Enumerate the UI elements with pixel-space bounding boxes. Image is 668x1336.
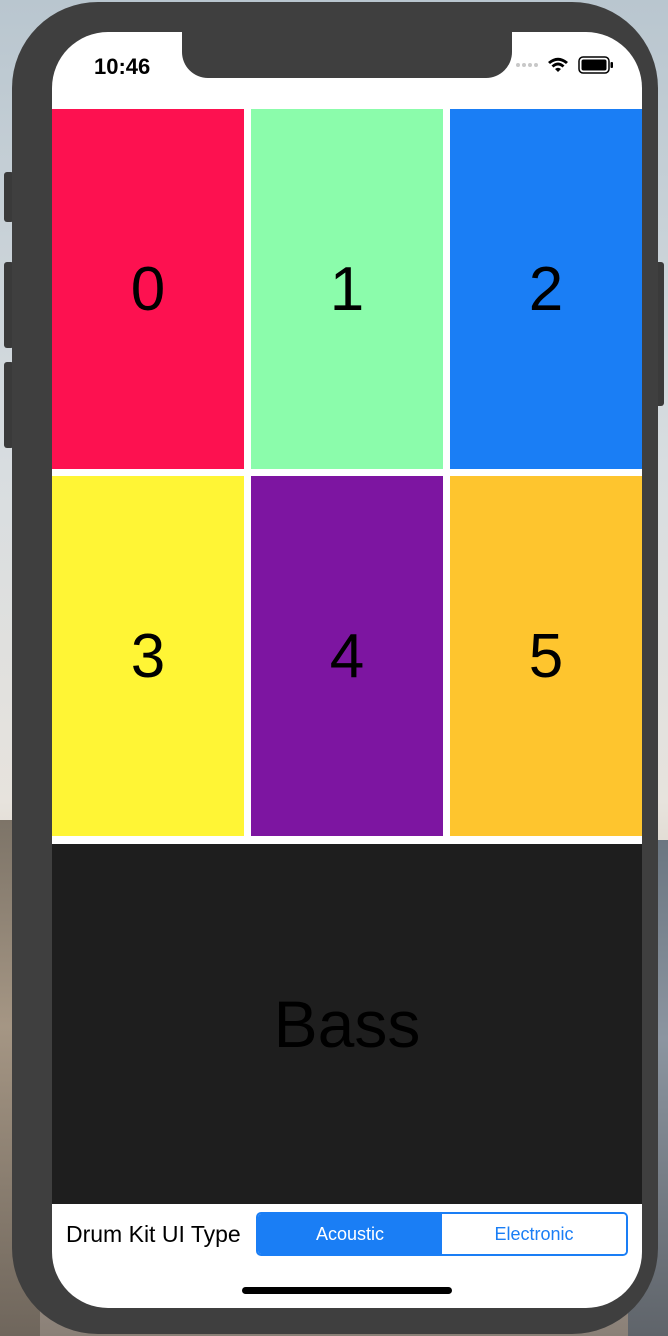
drum-pad-0[interactable]: 0 (52, 109, 244, 469)
app-screen: 10:46 0 1 2 3 4 5 Bass Drum Kit UI Type … (52, 32, 642, 1308)
wifi-icon (548, 57, 568, 72)
signal-icon (516, 63, 538, 67)
drum-pad-3[interactable]: 3 (52, 476, 244, 836)
pad-row-2: 3 4 5 (52, 476, 642, 836)
drum-pad-1[interactable]: 1 (251, 109, 443, 469)
home-indicator[interactable] (242, 1287, 452, 1294)
bass-pad[interactable]: Bass (52, 844, 642, 1204)
battery-icon (578, 56, 613, 74)
drum-pad-5[interactable]: 5 (450, 476, 642, 836)
kit-type-segmented-control: Acoustic Electronic (256, 1212, 628, 1256)
kit-type-label: Drum Kit UI Type (66, 1220, 241, 1247)
segment-electronic[interactable]: Electronic (442, 1214, 626, 1254)
drum-pad-grid: 0 1 2 3 4 5 (52, 109, 642, 843)
drum-pad-2[interactable]: 2 (450, 109, 642, 469)
segment-acoustic[interactable]: Acoustic (258, 1214, 442, 1254)
pad-row-1: 0 1 2 (52, 109, 642, 469)
drum-pad-4[interactable]: 4 (251, 476, 443, 836)
status-time: 10:46 (94, 54, 151, 79)
status-indicators (516, 56, 614, 74)
notch (182, 32, 512, 78)
kit-type-control-bar: Drum Kit UI Type Acoustic Electronic (52, 1204, 642, 1264)
phone-frame: 10:46 0 1 2 3 4 5 Bass Drum Kit UI Type … (12, 2, 658, 1334)
